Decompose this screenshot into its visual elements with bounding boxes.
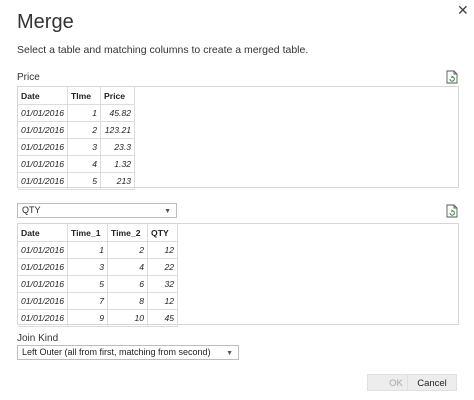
table-row: 01/01/2016 1 45.82 [18, 104, 136, 122]
file-refresh-icon[interactable] [446, 70, 458, 84]
dialog-title: Merge [17, 11, 74, 33]
table-row: 01/01/2016 3 4 22 [18, 258, 179, 276]
table-cell: 7 [67, 292, 109, 310]
table-row: 01/01/2016 2 123.21 [18, 121, 136, 139]
table-cell: 12 [147, 241, 179, 259]
column-header: TIme [67, 87, 102, 105]
table-cell: 123.21 [100, 121, 136, 139]
table-cell: 01/01/2016 [18, 172, 69, 190]
table-row: 01/01/2016 4 1.32 [18, 155, 136, 173]
table-cell: 32 [147, 275, 179, 293]
table-cell: 22 [147, 258, 179, 276]
first-table: Date TIme Price 01/01/2016 1 45.82 01/01/2016… [18, 87, 136, 190]
table-row: 01/01/2016 7 8 12 [18, 292, 179, 310]
second-table-select-value: QTY [22, 205, 41, 215]
column-header: Date [18, 224, 69, 242]
table-cell: 4 [107, 258, 149, 276]
chevron-down-icon: ▼ [226, 350, 233, 357]
table-cell: 9 [67, 309, 109, 327]
second-table-preview: Date Time_1 Time_2 QTY 01/01/2016 1 2 12 01/01/… [17, 223, 459, 327]
table-cell: 3 [67, 258, 109, 276]
dialog-subtitle: Select a table and matching columns to c… [17, 44, 309, 56]
first-table-preview: Date TIme Price 01/01/2016 1 45.82 01/01/2016… [17, 86, 459, 190]
table-cell: 45 [147, 309, 179, 327]
table-cell: 1 [67, 241, 109, 259]
column-header: Price [100, 87, 136, 105]
table-cell: 01/01/2016 [18, 275, 69, 293]
column-header: QTY [147, 224, 179, 242]
table-cell: 23.3 [100, 138, 136, 156]
join-kind-select-value: Left Outer (all from first, matching fro… [22, 347, 211, 357]
second-table: Date Time_1 Time_2 QTY 01/01/2016 1 2 12 01/01/… [18, 224, 179, 327]
table-cell: 45.82 [100, 104, 136, 122]
join-kind-label: Join Kind [17, 333, 59, 344]
table-cell: 12 [147, 292, 179, 310]
table-cell: 2 [67, 121, 102, 139]
column-header: Time_2 [107, 224, 149, 242]
table-cell: 1 [67, 104, 102, 122]
table-row: 01/01/2016 9 10 45 [18, 309, 179, 327]
table-cell: 01/01/2016 [18, 241, 69, 259]
table-cell: 5 [67, 172, 102, 190]
table-row: 01/01/2016 5 213 [18, 172, 136, 190]
close-icon[interactable]: ✕ [457, 2, 469, 19]
join-kind-select[interactable]: Left Outer (all from first, matching fro… [17, 345, 239, 360]
table-cell: 1.32 [100, 155, 136, 173]
table-cell: 01/01/2016 [18, 138, 69, 156]
table-cell: 2 [107, 241, 149, 259]
cancel-button[interactable]: Cancel [407, 374, 457, 391]
table-cell: 01/01/2016 [18, 121, 69, 139]
table-cell: 01/01/2016 [18, 258, 69, 276]
file-refresh-icon[interactable] [446, 204, 458, 218]
table-cell: 10 [107, 309, 149, 327]
column-header: Date [18, 87, 69, 105]
column-header: Time_1 [67, 224, 109, 242]
table-cell: 01/01/2016 [18, 292, 69, 310]
table-cell: 01/01/2016 [18, 104, 69, 122]
table-cell: 01/01/2016 [18, 309, 69, 327]
table-cell: 4 [67, 155, 102, 173]
table-row: 01/01/2016 3 23.3 [18, 138, 136, 156]
table-cell: 6 [107, 275, 149, 293]
table-cell: 5 [67, 275, 109, 293]
table-cell: 8 [107, 292, 149, 310]
table-row: 01/01/2016 5 6 32 [18, 275, 179, 293]
table-cell: 3 [67, 138, 102, 156]
table-row: 01/01/2016 1 2 12 [18, 241, 179, 259]
table-cell: 213 [100, 172, 136, 190]
second-table-select[interactable]: QTY ▼ [17, 203, 177, 218]
first-table-label: Price [17, 72, 40, 83]
chevron-down-icon: ▼ [164, 208, 171, 215]
table-cell: 01/01/2016 [18, 155, 69, 173]
